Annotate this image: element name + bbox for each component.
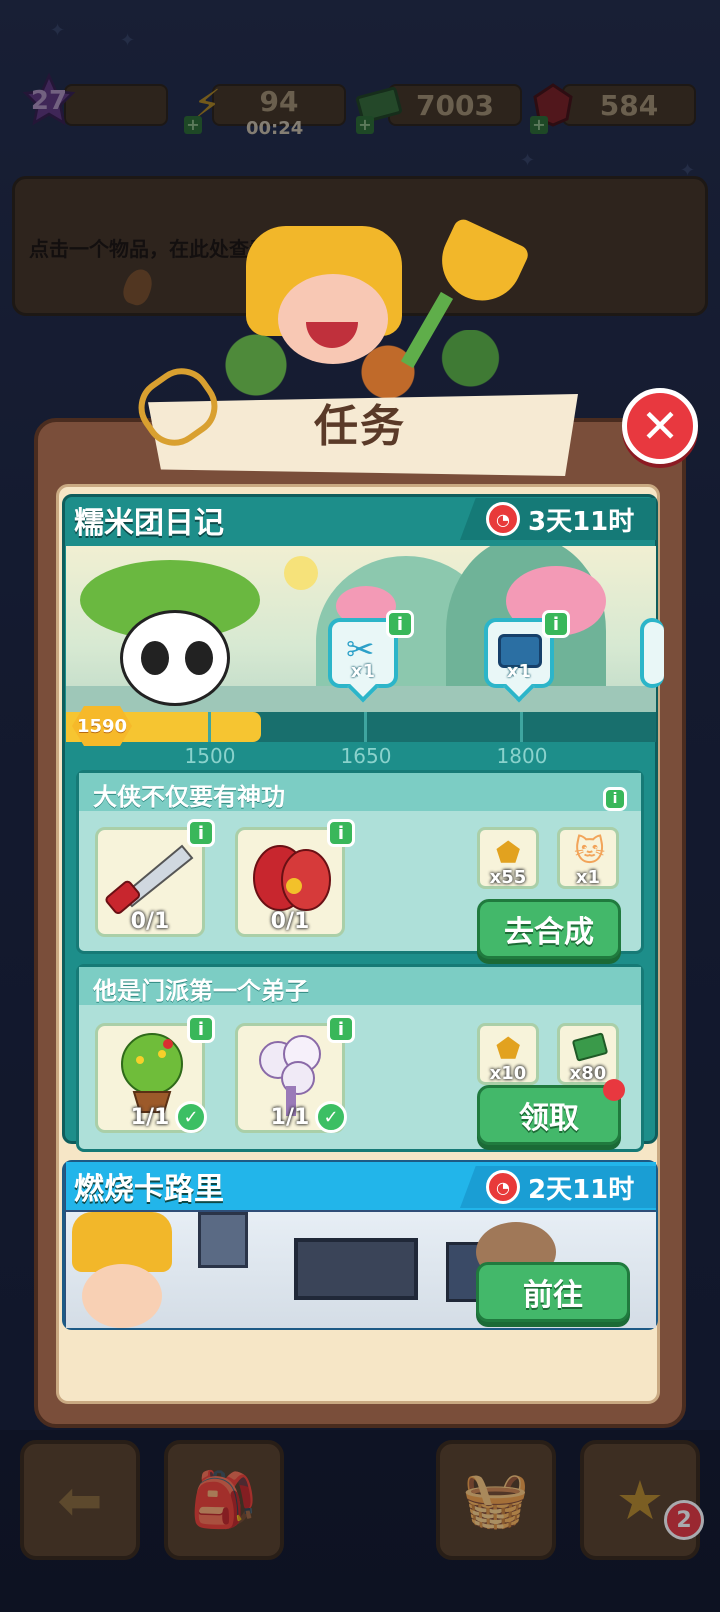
- reward-cat[interactable]: 🐱 x1: [557, 827, 619, 889]
- panda-eye: [185, 641, 213, 675]
- gem-value: 584: [599, 88, 659, 122]
- claim-button[interactable]: 领取: [477, 1085, 621, 1145]
- gem-bar[interactable]: 584: [562, 84, 696, 126]
- progress-value-badge: 1590: [72, 706, 132, 746]
- energy-icon-wrap: ⚡ +: [180, 78, 234, 134]
- window: [198, 1212, 248, 1268]
- info-hint-text: 点击一个物品，在此处查看: [29, 237, 269, 261]
- arrow-left-icon: ⬅: [57, 1468, 103, 1532]
- reward-gold[interactable]: ⬟ x55: [477, 827, 539, 889]
- add-cash-icon[interactable]: +: [356, 116, 374, 134]
- info-icon[interactable]: i: [386, 610, 414, 638]
- reward-count: x55: [489, 867, 527, 888]
- check-icon: ✓: [315, 1101, 347, 1133]
- star-icon: ★: [615, 1468, 665, 1532]
- glove-icon: [253, 845, 331, 911]
- gold-ore-icon: ⬟: [496, 836, 521, 869]
- close-button[interactable]: ✕: [622, 388, 698, 464]
- check-icon: ✓: [175, 1101, 207, 1133]
- go-merge-label: 去合成: [504, 915, 594, 950]
- info-icon[interactable]: i: [187, 819, 215, 847]
- clock-icon: ◔: [486, 1170, 520, 1204]
- saw-icon: [105, 844, 194, 915]
- energy-timer: 00:24: [246, 118, 304, 139]
- panda-eye: [141, 641, 169, 675]
- item-progress: 0/1: [270, 909, 310, 934]
- cash-bar[interactable]: 7003: [388, 84, 522, 126]
- back-button[interactable]: ⬅: [20, 1440, 140, 1560]
- reward-count: x1: [575, 867, 601, 888]
- panda-character: [80, 560, 260, 710]
- go-button[interactable]: 前往: [476, 1262, 630, 1322]
- hero-hat: [72, 1212, 172, 1272]
- cat-icon: 🐱: [574, 834, 606, 869]
- quest-timer-text: 2天11时: [528, 1174, 635, 1205]
- reward-gold[interactable]: ⬟ x10: [477, 1023, 539, 1085]
- xp-bar: [64, 84, 168, 126]
- go-label: 前往: [523, 1278, 583, 1313]
- item-progress: 0/1: [130, 909, 170, 934]
- hero-character: [246, 226, 426, 376]
- tick-label: 1800: [496, 744, 548, 768]
- gem-icon-wrap: +: [526, 78, 580, 134]
- basket-icon: 🧺: [462, 1468, 530, 1531]
- info-icon[interactable]: i: [327, 1015, 355, 1043]
- cash-icon: [571, 1032, 609, 1062]
- hero-face: [82, 1264, 162, 1328]
- info-icon[interactable]: i: [542, 610, 570, 638]
- quest-timer: ◔ 2天11时: [460, 1166, 656, 1208]
- hero-mouth: [306, 322, 358, 348]
- quest-timer-text: 3天11时: [528, 506, 635, 537]
- tick-label: 1500: [184, 744, 236, 768]
- add-energy-icon[interactable]: +: [184, 116, 202, 134]
- subtask-card: 大侠不仅要有神功 0/1 i 0/1 i ⬟ x55 🐱 x1 i 去合成: [76, 770, 644, 959]
- energy-value: 94: [259, 84, 299, 118]
- clock-icon: ◔: [486, 502, 520, 536]
- reward-cash[interactable]: x80: [557, 1023, 619, 1085]
- modal-title: 任务: [314, 401, 406, 452]
- reward-count: x10: [489, 1063, 527, 1084]
- milestone-reward-next[interactable]: [640, 618, 664, 688]
- sun-icon: [284, 556, 318, 590]
- cash-value: 7003: [416, 88, 494, 122]
- shop-basket-button[interactable]: 🧺: [436, 1440, 556, 1560]
- go-merge-button[interactable]: 去合成: [477, 899, 621, 959]
- star-decoration: ✦: [50, 20, 66, 41]
- progress-tick: [520, 712, 523, 742]
- star-decoration: ✦: [120, 30, 136, 51]
- level-badge[interactable]: 27: [22, 72, 76, 128]
- quest-count: 2: [676, 1507, 692, 1533]
- tick-label: 1650: [340, 744, 392, 768]
- info-icon[interactable]: i: [187, 1015, 215, 1043]
- quest-timer: ◔ 3天11时: [460, 498, 656, 540]
- quest-title: 糯米团日记: [74, 506, 224, 541]
- close-icon: ✕: [640, 399, 680, 453]
- info-icon[interactable]: i: [327, 819, 355, 847]
- cash-icon-wrap: +: [352, 78, 406, 134]
- quest-count-badge: 2: [664, 1500, 704, 1540]
- level-value: 27: [30, 86, 68, 116]
- notification-dot: [603, 1079, 625, 1101]
- hero-face: [278, 274, 388, 364]
- subtask-title: 大侠不仅要有神功: [93, 783, 285, 811]
- progress-value: 1590: [76, 715, 128, 737]
- backpack-icon: 🎒: [190, 1468, 258, 1531]
- progress-tick: [364, 712, 367, 742]
- star-decoration: ✦: [520, 150, 536, 171]
- leaf-icon: [119, 265, 157, 309]
- subtask-title: 他是门派第一个弟子: [93, 977, 309, 1005]
- panda-face: [120, 610, 230, 706]
- add-gem-icon[interactable]: +: [530, 116, 548, 134]
- backpack-button[interactable]: 🎒: [164, 1440, 284, 1560]
- gold-ore-icon: ⬟: [496, 1032, 521, 1065]
- monitor: [294, 1238, 418, 1300]
- info-icon[interactable]: i: [603, 787, 627, 811]
- claim-label: 领取: [519, 1101, 579, 1136]
- subtask-card: 他是门派第一个弟子 1/1 i ✓ 1/1 i ✓ ⬟ x10 x80 领取: [76, 964, 644, 1152]
- quest-title: 燃烧卡路里: [74, 1172, 224, 1207]
- progress-tick: [208, 712, 211, 742]
